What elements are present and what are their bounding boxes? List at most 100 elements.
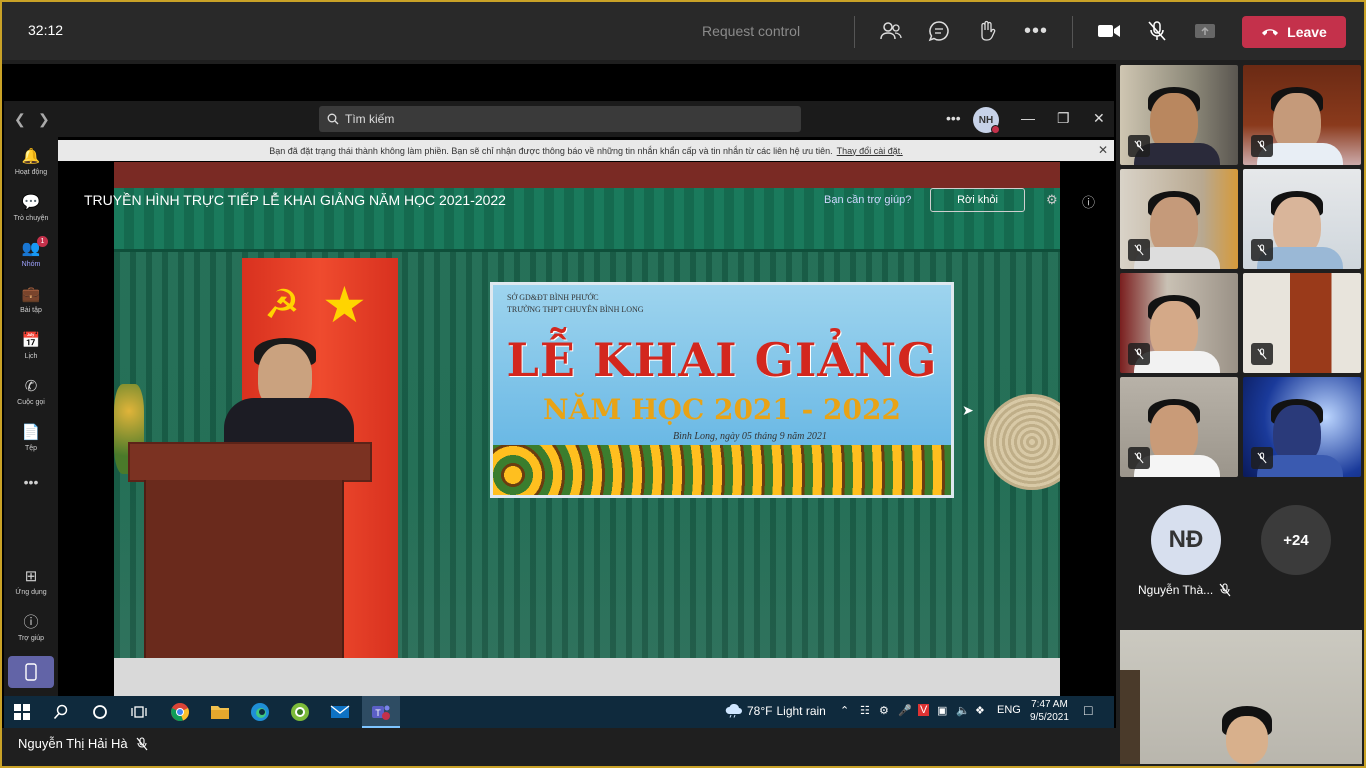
microphone-muted-icon (1128, 135, 1150, 157)
rail-item-chat[interactable]: 💬 Trò chuyện (4, 194, 58, 223)
rail-item-help[interactable]: ⓘ Trợ giúp (4, 614, 58, 643)
stream-leave-button[interactable]: Rời khỏi (930, 188, 1025, 212)
forward-arrow-icon[interactable]: ❯ (38, 111, 50, 128)
weather-temp: 78°F (747, 704, 773, 718)
stream-title: TRUYỀN HÌNH TRỰC TIẾP LỄ KHAI GIẢNG NĂM … (84, 192, 506, 208)
camera-icon[interactable] (1096, 18, 1122, 44)
edge-icon[interactable] (248, 700, 272, 724)
language-indicator[interactable]: ENG (997, 704, 1021, 716)
chevron-up-icon[interactable]: ⌃ (840, 704, 849, 717)
user-avatar[interactable]: NH (973, 107, 1000, 134)
change-settings-link[interactable]: Thay đổi cài đặt. (837, 146, 903, 156)
meeting-toolbar: 32:12 Request control ••• Leave (2, 2, 1364, 60)
participant-name: Nguyễn Thà... (1138, 583, 1214, 597)
notice-text: Bạn đã đặt trạng thái thành không làm ph… (269, 145, 833, 156)
coc-coc-icon[interactable] (288, 700, 312, 724)
self-view-video[interactable] (1120, 630, 1362, 764)
toolbar-divider (854, 16, 855, 48)
rail-item-calls[interactable]: ✆ Cuộc gọi (4, 378, 58, 407)
microphone-muted-icon[interactable] (1144, 18, 1170, 44)
tray-network-icon[interactable]: ☷ (860, 704, 870, 717)
cloud-rain-icon (725, 704, 742, 718)
participant-avatar[interactable]: NĐ (1151, 505, 1221, 575)
minimize-icon[interactable]: — (1021, 110, 1035, 126)
cortana-icon[interactable] (88, 700, 112, 724)
participant-tile[interactable] (1120, 377, 1238, 477)
mail-icon[interactable] (328, 700, 352, 724)
help-icon: ⓘ (23, 614, 39, 631)
microphone-muted-icon (1251, 343, 1273, 365)
rail-item-activity[interactable]: 🔔 Hoạt động (4, 148, 58, 177)
hammer-sickle-icon: ☭ (264, 283, 300, 327)
close-icon[interactable]: ✕ (1098, 143, 1108, 157)
rail-item-assignments[interactable]: 💼 Bài tập (4, 286, 58, 315)
search-icon (327, 113, 339, 125)
rail-item-apps[interactable]: ⊞ Ứng dụng (4, 568, 58, 597)
more-participants-button[interactable]: +24 (1261, 505, 1331, 575)
leave-button[interactable]: Leave (1242, 16, 1346, 48)
help-link[interactable]: Bạn cần trợ giúp? (824, 194, 911, 206)
microphone-muted-icon (1128, 447, 1150, 469)
search-icon[interactable] (49, 700, 73, 724)
microphone-muted-icon (1251, 447, 1273, 469)
request-control-button[interactable]: Request control (702, 23, 800, 39)
participant-name-label: Nguyễn Thà... (1138, 583, 1231, 597)
participant-tile[interactable] (1120, 65, 1238, 165)
microphone-muted-icon (1251, 239, 1273, 261)
people-icon[interactable] (878, 18, 904, 44)
teams-icon: 👥 (21, 240, 41, 257)
microphone-muted-icon (1251, 135, 1273, 157)
participant-tile[interactable] (1243, 273, 1361, 373)
rail-item-teams[interactable]: 👥 1 Nhóm (4, 236, 58, 269)
dropbox-icon[interactable]: ❖ (975, 704, 985, 717)
settings-icon[interactable]: ⚙ (1046, 192, 1058, 208)
mouse-cursor-icon: ➤ (962, 402, 974, 418)
teams-app-icon[interactable]: T (369, 700, 393, 724)
taskbar-clock[interactable]: 7:47 AM 9/5/2021 (1030, 698, 1069, 724)
chat-icon[interactable] (926, 18, 952, 44)
livestream-video: ☭ ★ SỞ GD&ĐT BÌNH PHƯỚC TRƯỜNG THPT CHUY… (58, 162, 1114, 696)
presenter-label: Nguyễn Thị Hải Hà (18, 736, 148, 751)
raise-hand-icon[interactable] (974, 18, 1000, 44)
notification-center-icon[interactable]: □ (1084, 702, 1092, 718)
file-icon: 📄 (21, 424, 41, 441)
stage-scene: ☭ ★ SỞ GD&ĐT BÌNH PHƯỚC TRƯỜNG THPT CHUY… (114, 162, 1060, 696)
svg-text:T: T (375, 708, 381, 718)
participant-tile[interactable] (1243, 169, 1361, 269)
windows-start-icon[interactable] (10, 700, 34, 724)
chat-icon: 💬 (21, 194, 41, 211)
back-arrow-icon[interactable]: ❮ (14, 111, 26, 128)
microphone-muted-icon (136, 736, 148, 750)
close-window-icon[interactable]: ✕ (1093, 110, 1105, 127)
share-screen-icon[interactable] (1192, 18, 1218, 44)
mobile-icon (25, 663, 37, 681)
microphone-icon[interactable]: 🎤 (898, 704, 912, 717)
participant-tile[interactable] (1243, 377, 1361, 477)
volume-icon[interactable]: 🔈 (956, 704, 970, 717)
participant-tile[interactable] (1120, 273, 1238, 373)
rail-item-calendar[interactable]: 📅 Lịch (4, 332, 58, 361)
antivirus-icon[interactable]: V (918, 704, 930, 716)
sunflowers (493, 445, 951, 495)
mobile-download-button[interactable] (8, 656, 54, 688)
file-explorer-icon[interactable] (208, 700, 232, 724)
participant-tile[interactable] (1120, 169, 1238, 269)
search-placeholder: Tìm kiếm (345, 112, 395, 126)
tray-app-icon[interactable]: ⚙ (879, 704, 889, 717)
search-input[interactable]: Tìm kiếm (319, 106, 801, 132)
task-view-icon[interactable] (127, 700, 151, 724)
info-icon[interactable]: ⓘ (1082, 192, 1095, 211)
weather-widget[interactable]: 78°F Light rain (725, 704, 826, 718)
dnd-notice-bar: Bạn đã đặt trạng thái thành không làm ph… (58, 140, 1114, 161)
rail-more-icon[interactable]: ••• (4, 474, 58, 490)
calendar-icon: 📅 (21, 332, 41, 349)
more-options-icon[interactable]: ••• (946, 110, 961, 126)
participant-tile[interactable] (1243, 65, 1361, 165)
more-options-icon[interactable]: ••• (1023, 18, 1049, 44)
rail-item-files[interactable]: 📄 Tệp (4, 424, 58, 453)
battery-icon[interactable]: ▣ (937, 704, 947, 717)
apps-icon: ⊞ (24, 568, 38, 585)
maximize-icon[interactable]: ❐ (1057, 110, 1070, 127)
notification-badge: 1 (37, 236, 48, 247)
chrome-icon[interactable] (168, 700, 192, 724)
